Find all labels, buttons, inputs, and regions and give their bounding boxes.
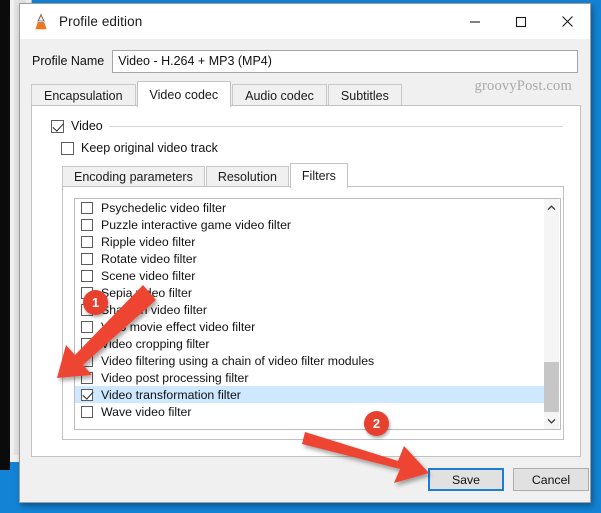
vlc-cone-icon bbox=[32, 12, 50, 31]
tab-encapsulation[interactable]: Encapsulation bbox=[31, 84, 136, 106]
filter-label: Psychedelic video filter bbox=[101, 200, 227, 215]
list-item[interactable]: Video post processing filter bbox=[75, 369, 544, 386]
video-enable-checkbox[interactable] bbox=[51, 119, 64, 133]
save-button[interactable]: Save bbox=[428, 468, 504, 491]
window-title: Profile edition bbox=[59, 14, 143, 29]
filter-label: Wave video filter bbox=[101, 404, 192, 419]
filter-checkbox[interactable] bbox=[81, 337, 93, 350]
list-item[interactable]: Video cropping filter bbox=[75, 335, 544, 352]
keep-original-track-label: Keep original video track bbox=[81, 141, 218, 155]
list-item[interactable]: Rotate video filter bbox=[75, 250, 544, 267]
video-groupbox-header: Video bbox=[51, 117, 563, 135]
list-item[interactable]: Video filtering using a chain of video f… bbox=[75, 352, 544, 369]
groupbox-divider bbox=[108, 125, 563, 127]
filter-label: Video filtering using a chain of video f… bbox=[101, 353, 375, 368]
tab-audio-codec[interactable]: Audio codec bbox=[232, 84, 327, 106]
filter-checkbox[interactable] bbox=[81, 320, 93, 333]
filter-label: Scene video filter bbox=[101, 268, 196, 283]
filter-label: Ripple video filter bbox=[101, 234, 196, 249]
filter-checkbox[interactable] bbox=[81, 286, 93, 299]
filter-checkbox[interactable] bbox=[81, 269, 93, 282]
dialog-footer: Save Cancel bbox=[20, 459, 590, 502]
profile-edition-dialog: Profile edition Profile Name groovyPost.… bbox=[19, 3, 591, 503]
filter-checkbox[interactable] bbox=[81, 235, 93, 248]
close-button[interactable] bbox=[544, 4, 590, 39]
cancel-button[interactable]: Cancel bbox=[513, 468, 589, 491]
filter-label: Video transformation filter bbox=[101, 387, 241, 402]
maximize-button[interactable] bbox=[498, 4, 544, 39]
keep-original-track-checkbox[interactable] bbox=[61, 141, 74, 155]
tab-filters[interactable]: Filters bbox=[289, 163, 348, 188]
filter-checkbox[interactable] bbox=[81, 405, 93, 418]
filter-checkbox[interactable] bbox=[81, 252, 93, 265]
list-item[interactable]: Psychedelic video filter bbox=[75, 199, 544, 216]
background-window-dark bbox=[0, 0, 10, 470]
filter-label: Puzzle interactive game video filter bbox=[101, 217, 292, 232]
filter-label: VHS movie effect video filter bbox=[101, 319, 256, 334]
list-item[interactable]: Sharpen video filter bbox=[75, 301, 544, 318]
list-item[interactable]: Ripple video filter bbox=[75, 233, 544, 250]
filter-label: Rotate video filter bbox=[101, 251, 197, 266]
list-item[interactable]: Puzzle interactive game video filter bbox=[75, 216, 544, 233]
filter-list[interactable]: Psychedelic video filter Puzzle interact… bbox=[74, 198, 544, 430]
scroll-down-button[interactable] bbox=[544, 412, 559, 429]
filter-checkbox[interactable] bbox=[81, 201, 93, 214]
scrollbar-track[interactable] bbox=[544, 216, 559, 427]
filter-label: Sharpen video filter bbox=[101, 302, 207, 317]
keep-original-track-row[interactable]: Keep original video track bbox=[61, 141, 218, 155]
tab-subtitles[interactable]: Subtitles bbox=[327, 84, 402, 106]
filter-checkbox[interactable] bbox=[81, 388, 93, 401]
filter-checkbox[interactable] bbox=[81, 303, 93, 316]
video-enable-label: Video bbox=[71, 119, 103, 133]
tab-resolution[interactable]: Resolution bbox=[205, 166, 289, 187]
minimize-button[interactable] bbox=[452, 4, 498, 39]
scroll-up-button[interactable] bbox=[544, 199, 559, 216]
filter-label: Sepia video filter bbox=[101, 285, 192, 300]
filters-panel: Psychedelic video filter Puzzle interact… bbox=[62, 186, 564, 440]
profile-name-label: Profile Name bbox=[32, 54, 105, 68]
list-item[interactable]: Scene video filter bbox=[75, 267, 544, 284]
list-item-selected[interactable]: Video transformation filter bbox=[75, 386, 544, 403]
filter-checkbox[interactable] bbox=[81, 218, 93, 231]
list-item[interactable]: VHS movie effect video filter bbox=[75, 318, 544, 335]
list-item[interactable]: Wave video filter bbox=[75, 403, 544, 420]
list-item[interactable]: Sepia video filter bbox=[75, 284, 544, 301]
title-bar-left: Profile edition bbox=[20, 12, 452, 31]
filter-label: Video cropping filter bbox=[101, 336, 210, 351]
profile-name-input[interactable] bbox=[112, 49, 578, 73]
filter-label: Video post processing filter bbox=[101, 370, 249, 385]
filter-checkbox[interactable] bbox=[81, 354, 93, 367]
profile-name-row: Profile Name bbox=[20, 39, 590, 77]
title-bar[interactable]: Profile edition bbox=[20, 4, 590, 39]
tab-encoding-parameters[interactable]: Encoding parameters bbox=[62, 166, 205, 187]
filter-checkbox[interactable] bbox=[81, 371, 93, 384]
video-codec-panel: Video Keep original video track Encoding… bbox=[31, 105, 581, 457]
codec-tabs: Encapsulation Video codec Audio codec Su… bbox=[31, 81, 581, 107]
filter-list-scrollbar[interactable] bbox=[544, 198, 561, 430]
video-settings-tabs: Encoding parameters Resolution Filters bbox=[62, 163, 562, 188]
tab-video-codec[interactable]: Video codec bbox=[136, 81, 232, 107]
